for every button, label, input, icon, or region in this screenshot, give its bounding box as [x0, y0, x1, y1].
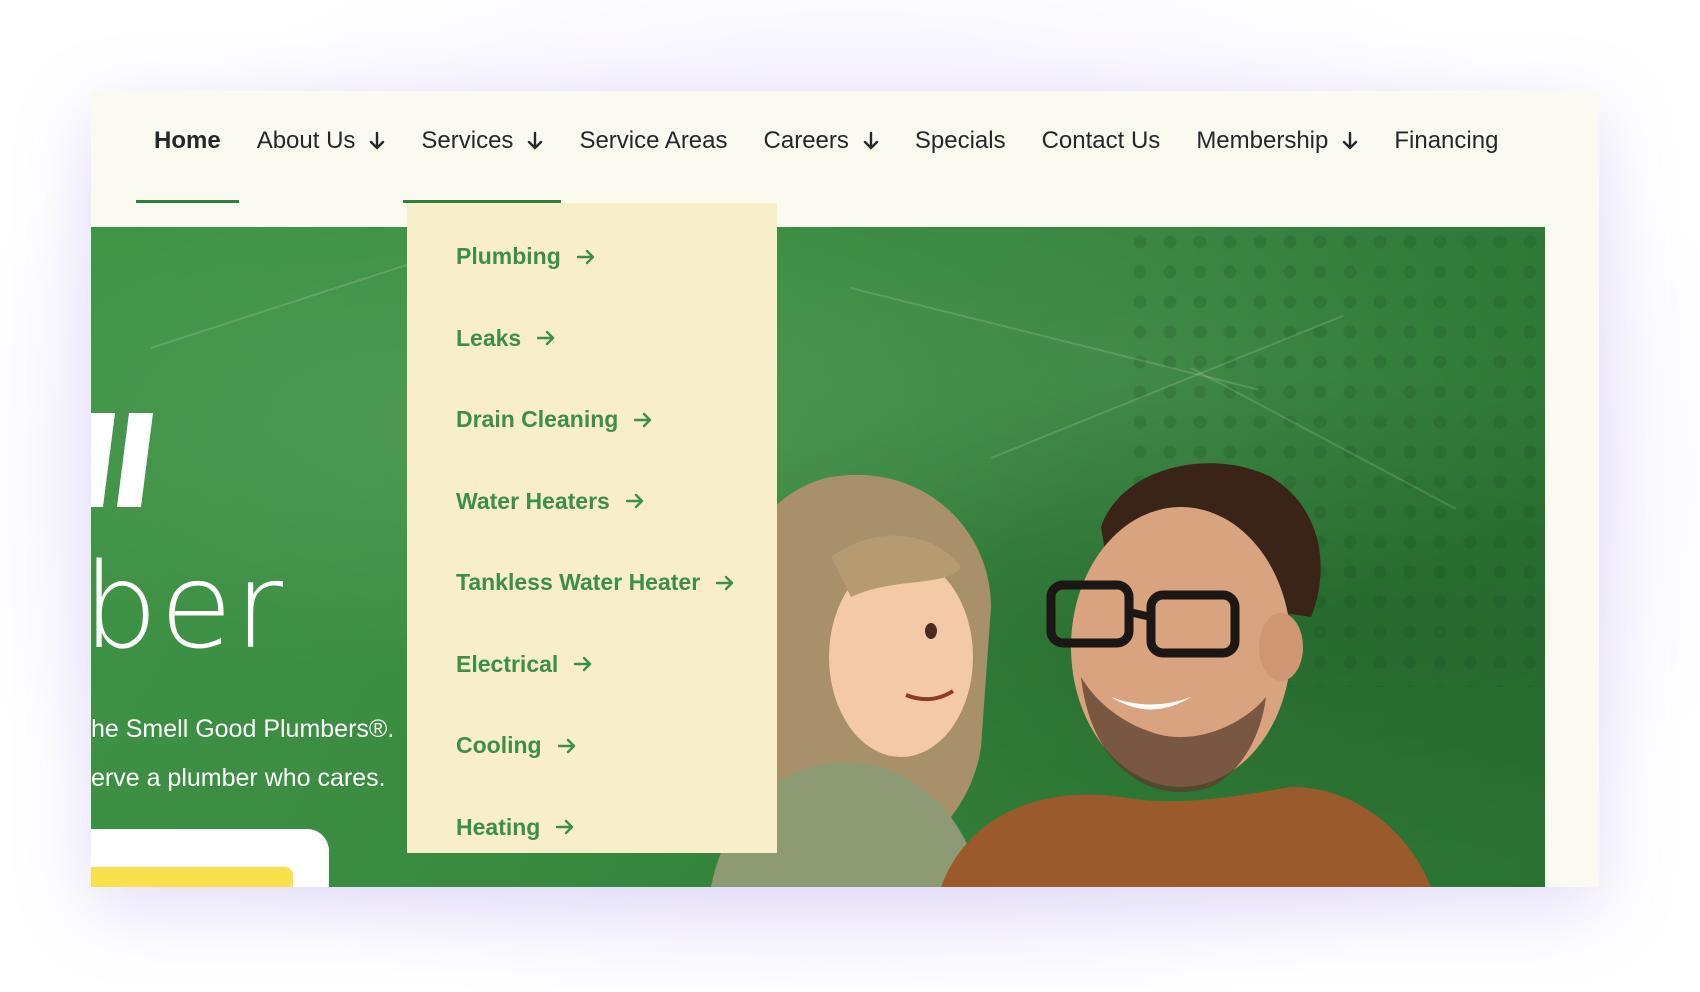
- menu-item-label: Water Heaters: [456, 487, 610, 514]
- hero-cta-button[interactable]: [91, 867, 293, 887]
- menu-item-leaks[interactable]: Leaks: [407, 298, 777, 380]
- quote-mark-icon: [91, 413, 153, 507]
- nav-item-label: Services: [421, 127, 514, 154]
- menu-item-plumbing[interactable]: Plumbing: [407, 216, 777, 298]
- menu-item-electrical[interactable]: Electrical: [407, 624, 777, 706]
- active-underline: [136, 200, 239, 203]
- hero-heading: ber: [91, 537, 286, 675]
- nav-item-careers[interactable]: Careers: [746, 91, 897, 203]
- menu-item-label: Cooling: [456, 732, 542, 759]
- arrow-right-icon: [634, 412, 652, 428]
- nav-item-label: Financing: [1394, 127, 1499, 154]
- page-background: ber he Smell Good Plumbers®. erve a plum…: [0, 0, 1700, 992]
- arrow-right-icon: [537, 330, 555, 346]
- arrow-right-icon: [556, 819, 574, 835]
- menu-item-cooling[interactable]: Cooling: [407, 705, 777, 787]
- hero-subtagline: erve a plumber who cares.: [91, 764, 386, 792]
- hero-banner: ber he Smell Good Plumbers®. erve a plum…: [91, 227, 1545, 887]
- menu-item-label: Leaks: [456, 324, 522, 351]
- menu-item-label: Plumbing: [456, 243, 561, 270]
- nav-item-service-areas[interactable]: Service Areas: [561, 91, 745, 203]
- nav-item-label: Home: [154, 127, 221, 154]
- nav-item-label: Service Areas: [579, 127, 728, 154]
- nav-item-label: Contact Us: [1041, 127, 1161, 154]
- nav-item-label: About Us: [256, 127, 356, 154]
- arrow-right-icon: [576, 249, 595, 265]
- nav-item-home[interactable]: Home: [136, 91, 239, 203]
- website-viewport: ber he Smell Good Plumbers®. erve a plum…: [91, 91, 1599, 887]
- arrow-down-icon: [863, 132, 879, 150]
- arrow-down-icon: [369, 132, 385, 150]
- menu-item-water-heaters[interactable]: Water Heaters: [407, 461, 777, 543]
- menu-item-label: Tankless Water Heater: [456, 569, 701, 596]
- services-dropdown-menu: Plumbing Leaks Drain Cleaning Water Heat…: [407, 203, 777, 853]
- arrow-right-icon: [557, 738, 576, 754]
- arrow-down-icon: [527, 132, 543, 150]
- menu-item-tankless-water-heater[interactable]: Tankless Water Heater: [407, 542, 777, 624]
- nav-item-financing[interactable]: Financing: [1376, 91, 1516, 203]
- nav-item-membership[interactable]: Membership: [1178, 91, 1376, 203]
- nav-item-about-us[interactable]: About Us: [239, 91, 404, 203]
- menu-item-heating[interactable]: Heating: [407, 787, 777, 869]
- nav-item-contact-us[interactable]: Contact Us: [1024, 91, 1179, 203]
- nav-item-specials[interactable]: Specials: [897, 91, 1024, 203]
- arrow-right-icon: [574, 656, 592, 672]
- arrow-down-icon: [1342, 132, 1358, 150]
- arrow-right-icon: [625, 493, 644, 509]
- nav-item-label: Specials: [914, 127, 1006, 154]
- menu-item-label: Drain Cleaning: [456, 406, 619, 433]
- nav-item-label: Careers: [763, 127, 849, 154]
- hero-tagline: he Smell Good Plumbers®.: [91, 715, 395, 743]
- nav-item-label: Membership: [1196, 127, 1329, 154]
- menu-item-drain-cleaning[interactable]: Drain Cleaning: [407, 379, 777, 461]
- arrow-right-icon: [716, 575, 734, 591]
- menu-item-label: Electrical: [456, 650, 559, 677]
- menu-item-label: Heating: [456, 813, 541, 840]
- nav-item-services[interactable]: Services: [403, 91, 562, 203]
- main-navigation: Home About Us Services Service Areas Car…: [136, 91, 1516, 203]
